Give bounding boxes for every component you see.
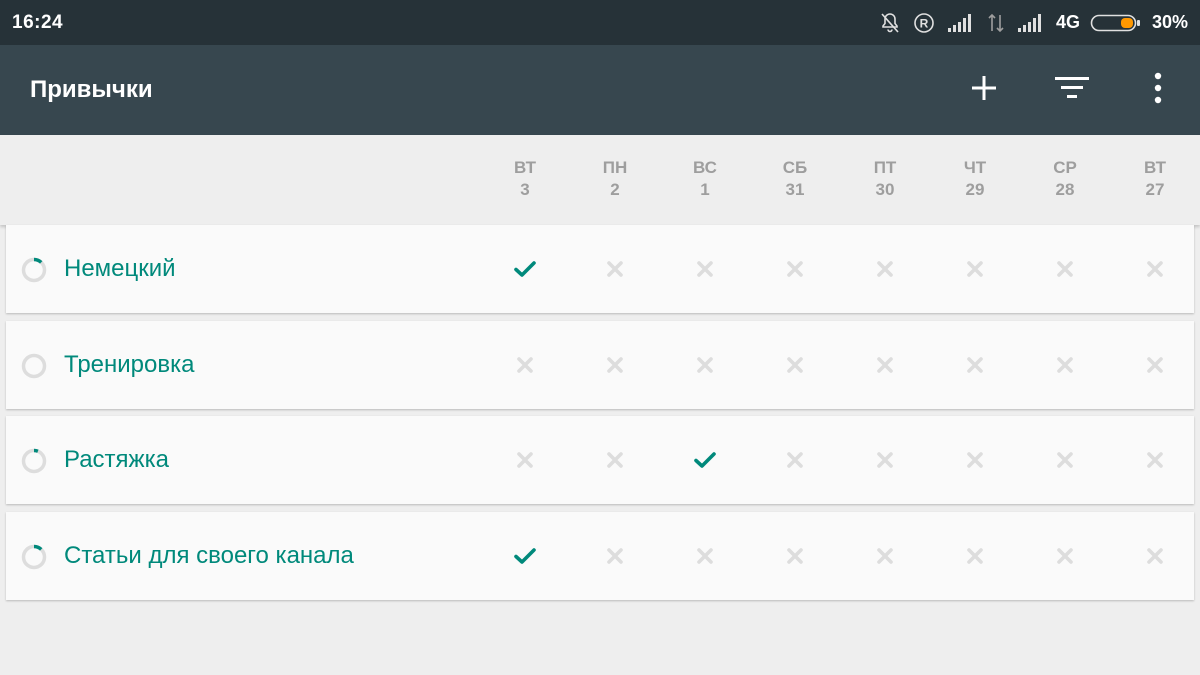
check-icon[interactable]: [693, 448, 717, 472]
day-date: 29: [965, 180, 985, 199]
day-header[interactable]: ВТ 27: [1110, 157, 1200, 201]
day-header[interactable]: СР 28: [1020, 157, 1110, 201]
cross-icon[interactable]: [1053, 544, 1077, 568]
cross-icon[interactable]: [783, 353, 807, 377]
day-of-week: ВТ: [1143, 158, 1166, 177]
cross-icon[interactable]: [873, 544, 897, 568]
cross-icon[interactable]: [783, 257, 807, 281]
registered-icon: R: [912, 11, 936, 35]
page-title: Привычки: [30, 76, 153, 103]
day-of-week: СР: [1053, 158, 1077, 177]
habit-score-ring: [21, 448, 47, 479]
filter-button[interactable]: [1028, 45, 1116, 135]
cross-icon[interactable]: [963, 353, 987, 377]
day-of-week: ПТ: [873, 158, 897, 177]
cross-icon[interactable]: [873, 257, 897, 281]
check-icon[interactable]: [513, 257, 537, 281]
habit-row[interactable]: Немецкий: [6, 225, 1194, 313]
day-date: 28: [1055, 180, 1075, 199]
more-options-button[interactable]: [1116, 45, 1200, 135]
day-date: 31: [785, 180, 805, 199]
status-bar: 16:24 R 4G 30%: [0, 0, 1200, 45]
cross-icon[interactable]: [693, 353, 717, 377]
day-date: 3: [520, 180, 530, 199]
habit-row[interactable]: Статьи для своего канала: [6, 512, 1194, 600]
day-date: 2: [610, 180, 620, 199]
day-header[interactable]: СБ 31: [750, 157, 840, 201]
cross-icon[interactable]: [603, 544, 627, 568]
status-icons: R 4G 30%: [878, 11, 1188, 35]
day-header[interactable]: ПТ 30: [840, 157, 930, 201]
cross-icon[interactable]: [873, 353, 897, 377]
day-of-week: ВС: [693, 158, 717, 177]
notifications-off-icon: [878, 11, 902, 35]
cross-icon[interactable]: [1143, 544, 1167, 568]
more-vert-icon: [1153, 72, 1163, 109]
day-date: 27: [1145, 180, 1165, 199]
day-header[interactable]: ПН 2: [570, 157, 660, 201]
habit-name: Растяжка: [64, 446, 169, 473]
cross-icon[interactable]: [603, 353, 627, 377]
cross-icon[interactable]: [873, 448, 897, 472]
cross-icon[interactable]: [783, 544, 807, 568]
day-of-week: ВТ: [513, 158, 536, 177]
day-date: 1: [700, 180, 710, 199]
cross-icon[interactable]: [1053, 257, 1077, 281]
day-of-week: ЧТ: [963, 158, 987, 177]
cross-icon[interactable]: [963, 257, 987, 281]
cross-icon[interactable]: [963, 448, 987, 472]
cross-icon[interactable]: [603, 257, 627, 281]
cross-icon[interactable]: [693, 544, 717, 568]
network-type: 4G: [1055, 12, 1080, 32]
battery-icon: [1090, 12, 1142, 34]
cross-icon[interactable]: [963, 544, 987, 568]
habit-name: Немецкий: [64, 255, 176, 282]
cross-icon[interactable]: [783, 448, 807, 472]
cross-icon[interactable]: [513, 448, 537, 472]
app-bar-actions: [940, 45, 1200, 135]
habit-row[interactable]: Растяжка: [6, 416, 1194, 504]
habit-score-ring: [21, 257, 47, 288]
day-of-week: СБ: [782, 158, 808, 177]
cross-icon[interactable]: [1053, 353, 1077, 377]
habit-name: Статьи для своего канала: [64, 542, 354, 569]
habit-row[interactable]: Тренировка: [6, 321, 1194, 409]
cross-icon[interactable]: [1143, 257, 1167, 281]
signal-icon: [1016, 12, 1046, 34]
day-date: 30: [875, 180, 895, 199]
battery-level: 30%: [1151, 12, 1188, 32]
day-header[interactable]: ВС 1: [660, 157, 750, 201]
day-header[interactable]: ЧТ 29: [930, 157, 1020, 201]
habit-score-ring: [21, 544, 47, 575]
add-icon: [969, 73, 999, 108]
cross-icon[interactable]: [693, 257, 717, 281]
cross-icon[interactable]: [1143, 448, 1167, 472]
check-icon[interactable]: [513, 544, 537, 568]
svg-text:R: R: [920, 16, 929, 30]
cross-icon[interactable]: [1143, 353, 1167, 377]
data-transfer-icon: [986, 12, 1006, 34]
signal-icon: [946, 12, 976, 34]
cross-icon[interactable]: [1053, 448, 1077, 472]
filter-icon: [1054, 75, 1090, 106]
habit-score-ring: [21, 353, 47, 384]
add-habit-button[interactable]: [940, 45, 1028, 135]
habit-name: Тренировка: [64, 351, 195, 378]
day-of-week: ПН: [602, 158, 628, 177]
app-bar: Привычки: [0, 45, 1200, 135]
day-header[interactable]: ВТ 3: [480, 157, 570, 201]
cross-icon[interactable]: [603, 448, 627, 472]
days-header: ВТ 3 ПН 2 ВС 1 СБ 31 ПТ 30 ЧТ 29 СР 28 ВТ 27: [0, 135, 1200, 225]
cross-icon[interactable]: [513, 353, 537, 377]
status-time: 16:24: [12, 11, 64, 33]
